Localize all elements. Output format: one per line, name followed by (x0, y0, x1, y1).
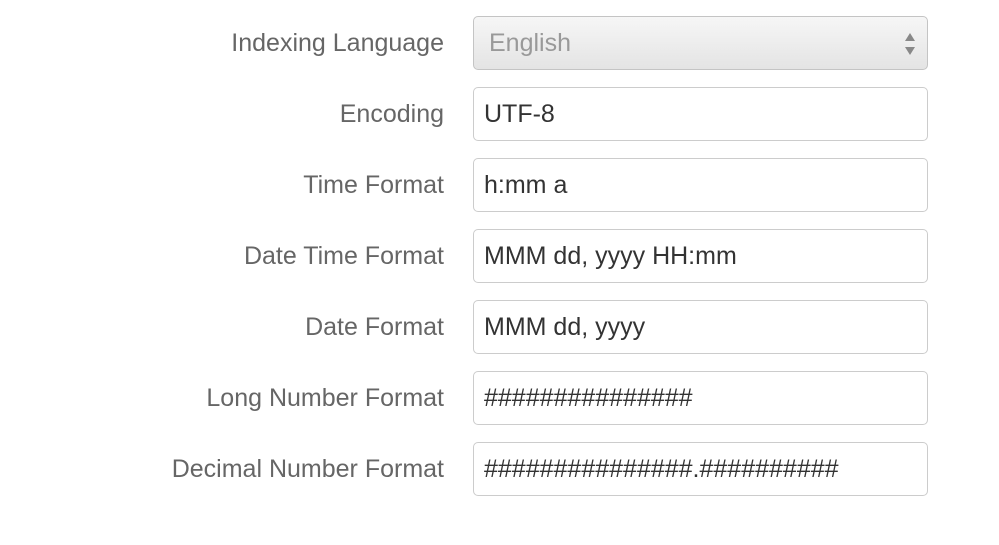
indexing-language-select[interactable]: English (473, 16, 928, 70)
locale-settings-form: Indexing Language English Encoding Time … (0, 16, 999, 513)
date-format-input[interactable] (473, 300, 928, 354)
date-time-format-row: Date Time Format (0, 229, 999, 283)
date-format-row: Date Format (0, 300, 999, 354)
indexing-language-label: Indexing Language (231, 29, 444, 57)
long-number-format-row: Long Number Format (0, 371, 999, 425)
decimal-number-format-input[interactable] (473, 442, 928, 496)
time-format-input[interactable] (473, 158, 928, 212)
encoding-input[interactable] (473, 87, 928, 141)
indexing-language-row: Indexing Language English (0, 16, 999, 70)
chevron-up-down-icon (905, 33, 915, 55)
indexing-language-selected-value: English (489, 29, 571, 57)
time-format-row: Time Format (0, 158, 999, 212)
date-time-format-label: Date Time Format (243, 242, 444, 270)
time-format-label: Time Format (303, 171, 444, 199)
encoding-label: Encoding (339, 100, 444, 128)
date-format-label: Date Format (305, 313, 444, 341)
decimal-number-format-label: Decimal Number Format (171, 455, 444, 483)
decimal-number-format-row: Decimal Number Format (0, 442, 999, 496)
date-time-format-input[interactable] (473, 229, 928, 283)
long-number-format-input[interactable] (473, 371, 928, 425)
long-number-format-label: Long Number Format (206, 384, 444, 412)
encoding-row: Encoding (0, 87, 999, 141)
